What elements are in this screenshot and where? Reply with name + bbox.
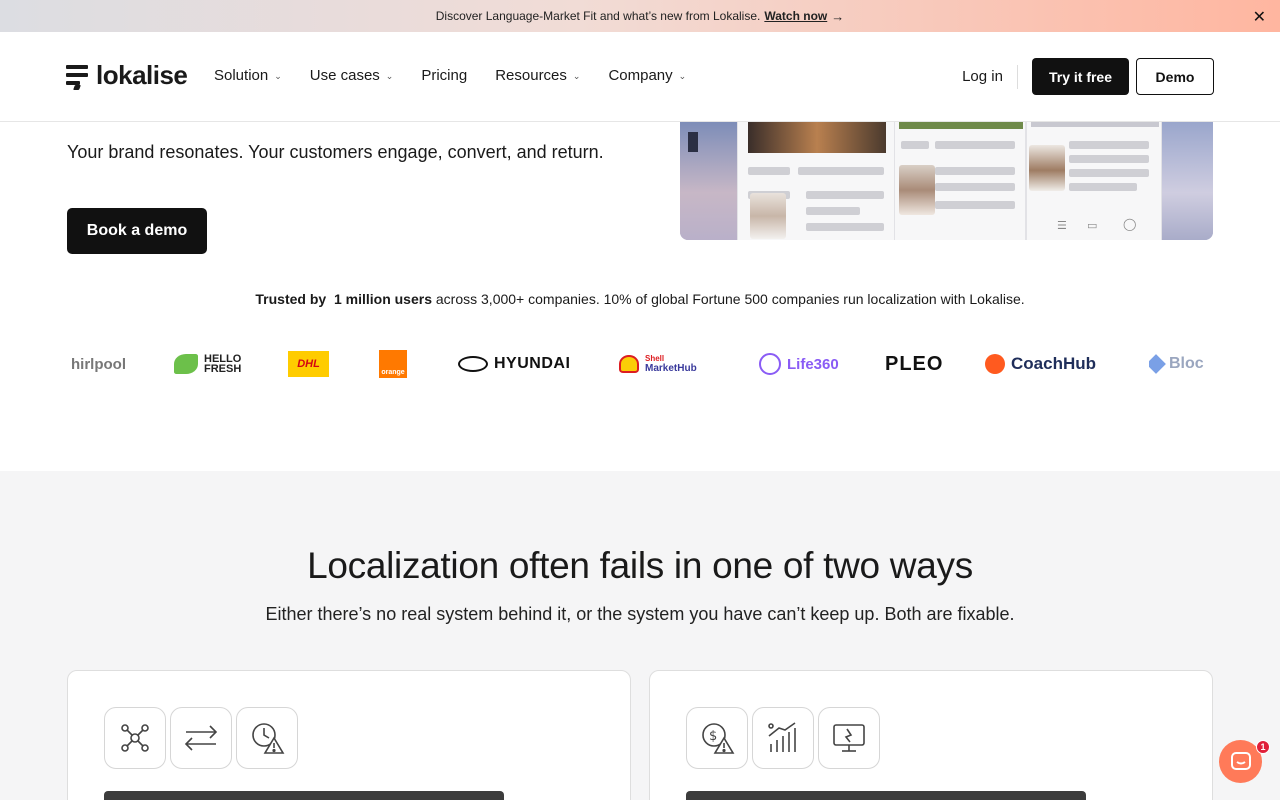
section-title: Localization often fails in one of two w… [307, 545, 973, 586]
avatar [1029, 145, 1065, 191]
svg-text:$: $ [709, 729, 717, 744]
divider [1016, 64, 1018, 89]
chevron-down-icon: ⌄ [274, 71, 282, 81]
logo-text: orange [379, 350, 407, 378]
lokalise-logo-icon [66, 62, 90, 90]
chat-bubble-icon [1230, 751, 1251, 770]
logo-text: DHL [288, 351, 329, 377]
logo-text: Shell MarketHub [645, 354, 697, 374]
monitor-broken-icon [818, 707, 880, 769]
demo-button[interactable]: Demo [1136, 58, 1214, 95]
nav-company[interactable]: Company ⌄ [608, 67, 686, 84]
chevron-down-icon: ⌄ [385, 71, 394, 81]
checklist-icon: ☰ [1057, 220, 1067, 232]
problem-card-left [67, 670, 631, 800]
logo-text: CoachHub [1011, 354, 1096, 373]
user-icon: ◯ [1123, 217, 1137, 231]
nav-label: Solution [214, 67, 269, 84]
header-actions: Log in Try it free Demo [962, 58, 1214, 95]
logo-hellofresh: HELLO FRESH [174, 346, 241, 382]
trusted-suffix: across 3,000+ companies. 10% of global F… [435, 291, 1025, 307]
hero-product-image: ☰ ▭ ◯ [680, 122, 1213, 240]
growth-chart-icon [752, 707, 814, 769]
close-icon[interactable]: ✕ [1253, 7, 1266, 27]
network-icon [104, 707, 166, 769]
avatar [750, 193, 786, 239]
logo-bloc: Bloc [1149, 346, 1211, 382]
chevron-down-icon: ⌄ [572, 71, 581, 81]
life360-icon [759, 353, 781, 375]
section-subtitle: Either there’s no real system behind it,… [265, 604, 1015, 624]
logo-whirlpool: hirlpool [71, 346, 126, 382]
avatar [899, 165, 935, 215]
hellofresh-leaf-icon [174, 354, 198, 374]
logo-shell-markethub: Shell MarketHub [619, 346, 697, 382]
nav-use-cases[interactable]: Use cases ⌄ [310, 67, 394, 84]
dollar-warning-icon: $ [686, 707, 748, 769]
logo-text: PLEO [885, 352, 944, 375]
logo-text: Bloc [1169, 355, 1204, 372]
nav-label: Company [608, 67, 673, 84]
problem-card-right: $ [649, 670, 1213, 800]
logo-coachhub: CoachHub [985, 346, 1096, 382]
customer-logos: hirlpool HELLO FRESH DHL orange HYUNDAI … [67, 346, 1213, 386]
logo-text: hirlpool [71, 355, 126, 373]
nav-label: Use cases [309, 67, 380, 84]
logo-text: HELLO FRESH [204, 354, 242, 375]
announcement-text: Discover Language-Market Fit and what’s … [435, 9, 761, 23]
logo-dhl: DHL [288, 346, 329, 382]
nav-solution[interactable]: Solution ⌄ [214, 67, 282, 84]
shell-icon [619, 355, 639, 373]
chevron-down-icon: ⌄ [678, 71, 687, 81]
arrow-right-icon[interactable]: → [831, 9, 844, 24]
site-header: lokalise Solution ⌄ Use cases ⌄ Pricing … [0, 32, 1280, 122]
logo-orange: orange [379, 346, 407, 382]
logo-life360: Life360 [759, 346, 839, 382]
book-demo-button[interactable]: Book a demo [67, 208, 207, 254]
card-heading [686, 791, 1086, 800]
logo-text: lokalise [96, 60, 188, 90]
trusted-prefix: Trusted by [255, 291, 327, 307]
main-nav: Solution ⌄ Use cases ⌄ Pricing Resources… [214, 67, 686, 84]
bloc-icon [1149, 354, 1166, 374]
logo-pleo: PLEO [885, 346, 943, 382]
nav-resources[interactable]: Resources ⌄ [495, 67, 580, 84]
login-link[interactable]: Log in [962, 68, 1003, 85]
problem-section: Localization often fails in one of two w… [0, 471, 1280, 800]
arrows-swap-icon [170, 707, 232, 769]
logo-line: MarketHub [645, 363, 697, 374]
hyundai-emblem-icon [458, 356, 488, 372]
card-heading [104, 791, 504, 800]
trusted-statement: Trusted by 1 million users across 3,000+… [0, 291, 1280, 307]
logo-text: Life360 [787, 355, 839, 373]
logo-line: FRESH [204, 363, 242, 375]
hero-subtitle: Your brand resonates. Your customers eng… [67, 142, 604, 162]
trusted-highlight: 1 million users [333, 291, 432, 307]
announcement-bar: Discover Language-Market Fit and what’s … [0, 0, 1280, 32]
coachhub-icon [985, 354, 1005, 374]
nav-pricing[interactable]: Pricing [421, 67, 467, 84]
inbox-icon: ▭ [1087, 220, 1098, 232]
clock-warning-icon [236, 707, 298, 769]
nav-label: Pricing [421, 67, 468, 84]
notification-badge: 1 [1256, 740, 1270, 754]
nav-label: Resources [495, 67, 567, 84]
try-free-button[interactable]: Try it free [1031, 58, 1129, 95]
logo-hyundai: HYUNDAI [458, 346, 570, 382]
logo-text: HYUNDAI [494, 355, 571, 372]
lokalise-logo[interactable]: lokalise [66, 60, 188, 91]
watch-now-link[interactable]: Watch now [764, 9, 827, 23]
